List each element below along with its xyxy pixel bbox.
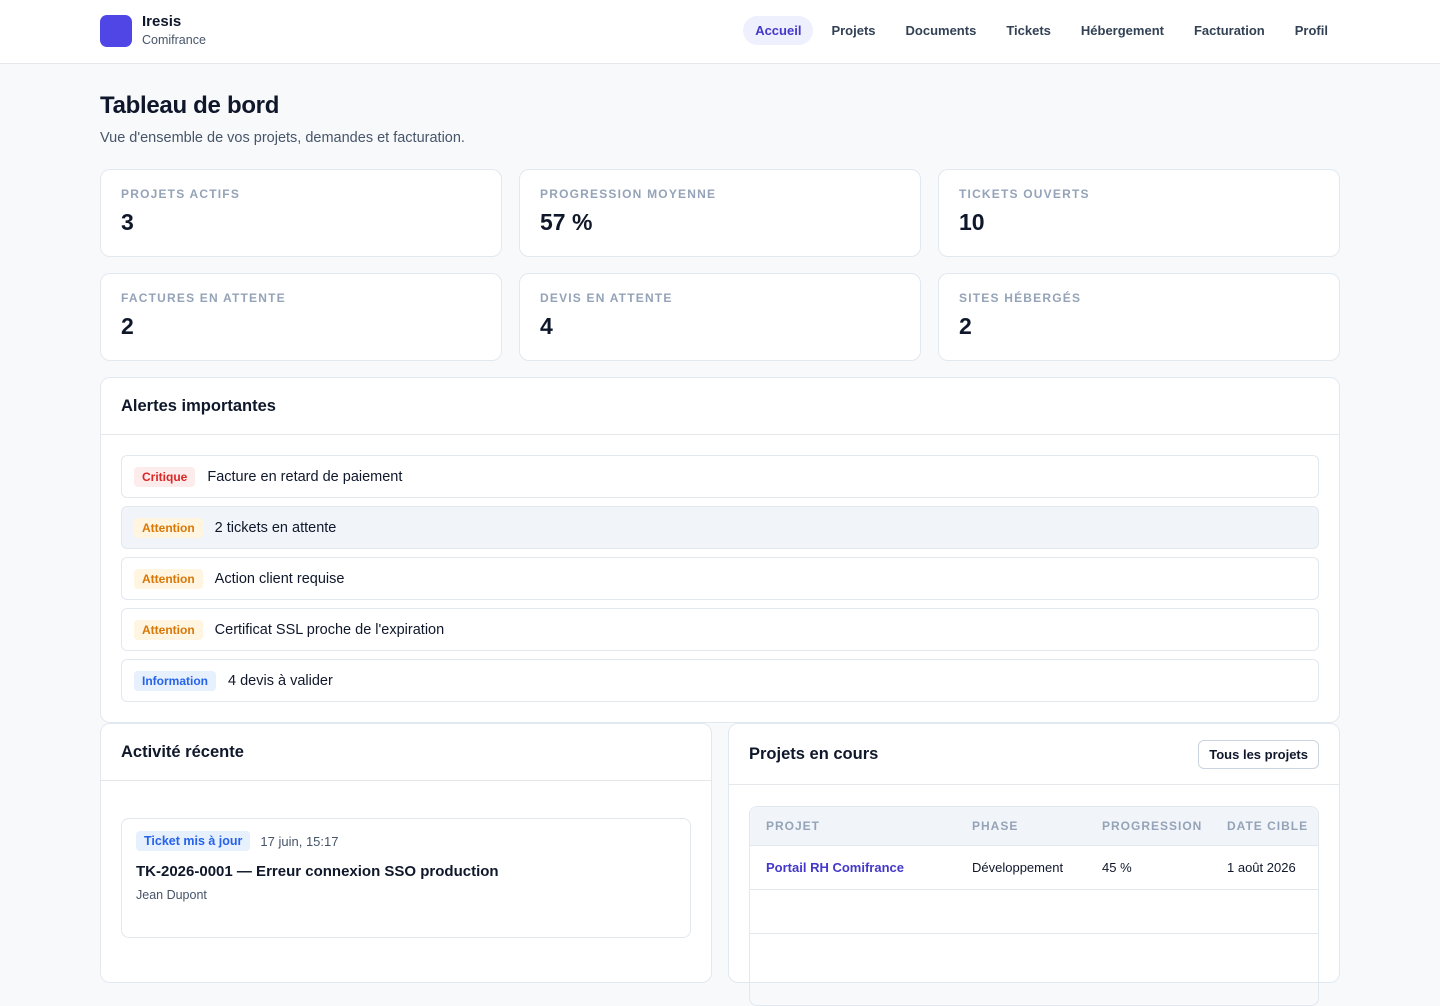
alert-text: Action client requise [214, 570, 345, 587]
project-progress: 45 % [1102, 860, 1132, 875]
column-header-projet[interactable]: PROJET [766, 819, 820, 833]
stat-label: PROJETS ACTIFS [121, 187, 241, 201]
column-header-date-cible[interactable]: DATE CIBLE [1227, 819, 1308, 833]
nav-item-projets[interactable]: Projets [819, 16, 887, 45]
brand-client-name: Comifrance [142, 33, 206, 47]
alerts-card: Alertes importantes Critique Facture en … [100, 377, 1340, 723]
stat-card-devis-en-attente: DEVIS EN ATTENTE 4 [519, 273, 921, 361]
stat-value: 3 [121, 209, 134, 235]
stat-card-progression-moyenne: PROGRESSION MOYENNE 57 % [519, 169, 921, 257]
alert-row[interactable]: Attention Certificat SSL proche de l'exp… [121, 608, 1319, 651]
stat-value: 10 [959, 209, 985, 235]
stats-grid: PROJETS ACTIFS 3 PROGRESSION MOYENNE 57 … [100, 169, 1340, 361]
stat-label: FACTURES EN ATTENTE [121, 291, 286, 305]
all-projects-button[interactable]: Tous les projets [1198, 739, 1319, 769]
severity-badge: Attention [134, 568, 203, 589]
activity-title-text: TK-2026-0001 — Erreur connexion SSO prod… [136, 863, 499, 880]
column-header-phase[interactable]: PHASE [972, 819, 1018, 833]
activity-type-badge: Ticket mis à jour [136, 831, 251, 851]
alert-row[interactable]: Information 4 devis à valider [121, 659, 1319, 702]
stat-card-tickets-ouverts: TICKETS OUVERTS 10 [938, 169, 1340, 257]
alert-list: Critique Facture en retard de paiement A… [101, 435, 1339, 702]
table-row[interactable]: Portail RH Comifrance Développement 45 %… [750, 846, 1318, 890]
projects-table: PROJET PHASE PROGRESSION DATE CIBLE Port… [749, 806, 1319, 1006]
table-header: PROJET PHASE PROGRESSION DATE CIBLE [750, 807, 1318, 846]
activity-title: Activité récente [121, 742, 244, 761]
severity-badge: Attention [134, 619, 203, 640]
top-bar: Iresis Comifrance Accueil Projets Docume… [0, 0, 1440, 64]
activity-card: Activité récente Ticket mis à jour 17 ju… [100, 723, 712, 983]
stat-card-factures-en-attente: FACTURES EN ATTENTE 2 [100, 273, 502, 361]
alert-row[interactable]: Critique Facture en retard de paiement [121, 455, 1319, 498]
brand-logo-icon [100, 14, 132, 47]
table-row[interactable] [750, 890, 1318, 934]
alert-row[interactable]: Attention 2 tickets en attente [121, 506, 1319, 549]
alert-text: Facture en retard de paiement [207, 468, 403, 485]
activity-date: 17 juin, 15:17 [260, 833, 339, 849]
brand[interactable]: Iresis Comifrance [100, 13, 206, 48]
nav-item-documents[interactable]: Documents [894, 16, 989, 45]
activity-meta: Ticket mis à jour 17 juin, 15:17 [136, 831, 676, 851]
nav-item-tickets[interactable]: Tickets [994, 16, 1063, 45]
activity-item[interactable]: Ticket mis à jour 17 juin, 15:17 TK-2026… [121, 818, 691, 938]
stat-label: DEVIS EN ATTENTE [540, 291, 673, 305]
severity-badge: Information [134, 670, 216, 691]
stat-label: PROGRESSION MOYENNE [540, 187, 717, 201]
stat-label: SITES HÉBERGÉS [959, 291, 1082, 305]
project-target-date: 1 août 2026 [1227, 860, 1296, 875]
brand-text: Iresis Comifrance [142, 13, 206, 48]
stat-value: 57 % [540, 209, 593, 235]
projects-card: Projets en cours Tous les projets PROJET… [728, 723, 1340, 1006]
alert-row[interactable]: Attention Action client requise [121, 557, 1319, 600]
alert-text: Certificat SSL proche de l'expiration [214, 621, 445, 638]
nav-item-facturation[interactable]: Facturation [1182, 16, 1277, 45]
projects-card-header: Projets en cours Tous les projets [729, 724, 1339, 785]
projects-title: Projets en cours [749, 744, 879, 763]
alert-text: 4 devis à valider [228, 672, 333, 689]
alert-text: 2 tickets en attente [214, 519, 337, 536]
stat-card-projets-actifs: PROJETS ACTIFS 3 [100, 169, 502, 257]
nav-item-hebergement[interactable]: Hébergement [1069, 16, 1176, 45]
stat-label: TICKETS OUVERTS [959, 187, 1090, 201]
brand-name: Iresis [142, 13, 182, 30]
page-subtitle: Vue d'ensemble de vos projets, demandes … [100, 130, 465, 146]
nav-item-profil[interactable]: Profil [1283, 16, 1340, 45]
column-header-progression[interactable]: PROGRESSION [1102, 819, 1202, 833]
stat-value: 4 [540, 313, 553, 339]
project-phase: Développement [972, 860, 1064, 875]
stat-value: 2 [121, 313, 134, 339]
page-title: Tableau de bord [100, 92, 280, 119]
severity-badge: Attention [134, 517, 203, 538]
stat-card-sites-heberges: SITES HÉBERGÉS 2 [938, 273, 1340, 361]
activity-card-header: Activité récente [101, 724, 711, 781]
project-name-link[interactable]: Portail RH Comifrance [766, 860, 904, 875]
alerts-title: Alertes importantes [121, 396, 276, 415]
alerts-card-header: Alertes importantes [101, 378, 1339, 435]
nav-item-accueil[interactable]: Accueil [743, 16, 814, 45]
main-nav: Accueil Projets Documents Tickets Héberg… [737, 16, 1340, 45]
stat-value: 2 [959, 313, 972, 339]
severity-badge: Critique [134, 466, 196, 487]
